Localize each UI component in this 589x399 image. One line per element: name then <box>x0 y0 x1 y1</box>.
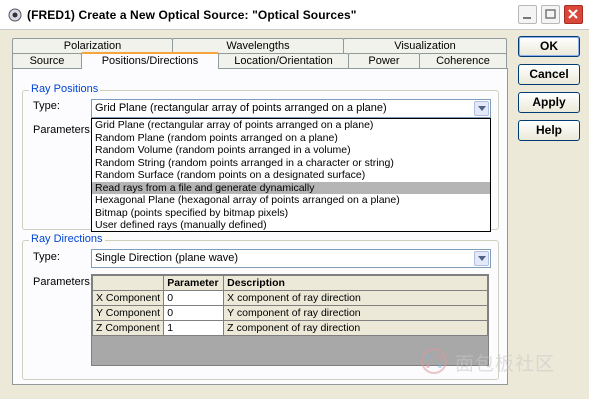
watermark-text: 面包板社区 <box>455 353 556 375</box>
ray-positions-type-label: Type: <box>33 100 60 112</box>
ray-positions-type-value: Grid Plane (rectangular array of points … <box>95 102 387 114</box>
parameter-cell[interactable]: 1 <box>163 320 225 336</box>
tab-label: Source <box>29 55 65 67</box>
ray-directions-title: Ray Directions <box>29 233 105 245</box>
minimize-icon <box>523 17 531 19</box>
row-header: Z Component <box>91 320 165 336</box>
description-cell: X component of ray direction <box>223 290 488 306</box>
maximize-button[interactable] <box>541 5 560 24</box>
tab-label: Power <box>368 55 400 67</box>
table-header-description: Description <box>223 275 488 291</box>
ray-directions-type-value: Single Direction (plane wave) <box>95 252 239 264</box>
dropdown-option[interactable]: Random Volume (random points arranged in… <box>92 144 490 157</box>
table-row: X Component 0 X component of ray directi… <box>91 290 488 306</box>
chevron-down-icon[interactable] <box>474 101 489 116</box>
dropdown-option[interactable]: Grid Plane (rectangular array of points … <box>92 119 490 132</box>
tab-label: Positions/Directions <box>101 55 199 67</box>
tab-label: Wavelengths <box>226 40 290 52</box>
tab-label: Location/Orientation <box>234 55 333 67</box>
app-icon <box>8 8 22 22</box>
help-button[interactable]: Help <box>518 120 580 141</box>
parameter-cell[interactable]: 0 <box>163 290 225 306</box>
close-icon <box>568 9 578 19</box>
maximize-icon <box>545 9 556 19</box>
row-header: X Component <box>91 290 165 306</box>
ok-button[interactable]: OK <box>518 36 580 57</box>
description-cell: Z component of ray direction <box>223 320 488 336</box>
title-bar: (FRED1) Create a New Optical Source: "Op… <box>0 0 589 30</box>
tab-visualization[interactable]: Visualization <box>343 38 507 54</box>
close-button[interactable] <box>564 5 583 24</box>
table-header-row: Parameter Description <box>91 275 488 291</box>
tab-positions-directions[interactable]: Positions/Directions <box>81 52 219 69</box>
tab-label: Polarization <box>63 40 122 52</box>
tab-coherence[interactable]: Coherence <box>419 53 507 69</box>
table-row: Z Component 1 Z component of ray directi… <box>91 320 488 336</box>
parameters-table: Parameter Description X Component 0 X co… <box>91 275 488 336</box>
tab-label: Coherence <box>436 55 490 67</box>
tab-source[interactable]: Source <box>12 53 82 69</box>
dropdown-option[interactable]: Random Plane (random points arranged on … <box>92 132 490 145</box>
tab-label: Visualization <box>394 40 456 52</box>
cancel-button[interactable]: Cancel <box>518 64 580 85</box>
table-row: Y Component 0 Y component of ray directi… <box>91 305 488 321</box>
window-title: (FRED1) Create a New Optical Source: "Op… <box>27 8 357 22</box>
dropdown-option[interactable]: User defined rays (manually defined) <box>92 219 490 232</box>
dropdown-option[interactable]: Random Surface (random points on a desig… <box>92 169 490 182</box>
tab-location-orientation[interactable]: Location/Orientation <box>218 53 349 69</box>
dialog-body: Polarization Wavelengths Visualization S… <box>0 30 589 399</box>
ray-directions-type-select[interactable]: Single Direction (plane wave) <box>91 249 491 268</box>
ray-positions-type-select[interactable]: Grid Plane (rectangular array of points … <box>91 99 491 118</box>
description-cell: Y component of ray direction <box>223 305 488 321</box>
dropdown-option[interactable]: Hexagonal Plane (hexagonal array of poin… <box>92 194 490 207</box>
dropdown-option[interactable]: Bitmap (points specified by bitmap pixel… <box>92 207 490 220</box>
ray-directions-type-label: Type: <box>33 251 60 263</box>
parameter-cell[interactable]: 0 <box>163 305 225 321</box>
ray-positions-dropdown-list: Grid Plane (rectangular array of points … <box>91 118 491 232</box>
tab-power[interactable]: Power <box>348 53 420 69</box>
minimize-button[interactable] <box>518 5 537 24</box>
table-header-corner <box>91 275 165 291</box>
table-header-parameter: Parameter <box>163 275 225 291</box>
apply-button[interactable]: Apply <box>518 92 580 113</box>
chevron-down-icon[interactable] <box>474 251 489 266</box>
dropdown-option-highlighted[interactable]: Read rays from a file and generate dynam… <box>92 181 490 194</box>
dropdown-option[interactable]: Random String (random points arranged in… <box>92 157 490 170</box>
watermark-logo-icon <box>421 348 447 374</box>
ray-directions-parameters-label: Parameters: <box>33 276 93 288</box>
ray-positions-title: Ray Positions <box>29 83 101 95</box>
row-header: Y Component <box>91 305 165 321</box>
watermark: 面包板社区 <box>415 345 585 377</box>
ray-positions-parameters-label: Parameters: <box>33 124 93 136</box>
